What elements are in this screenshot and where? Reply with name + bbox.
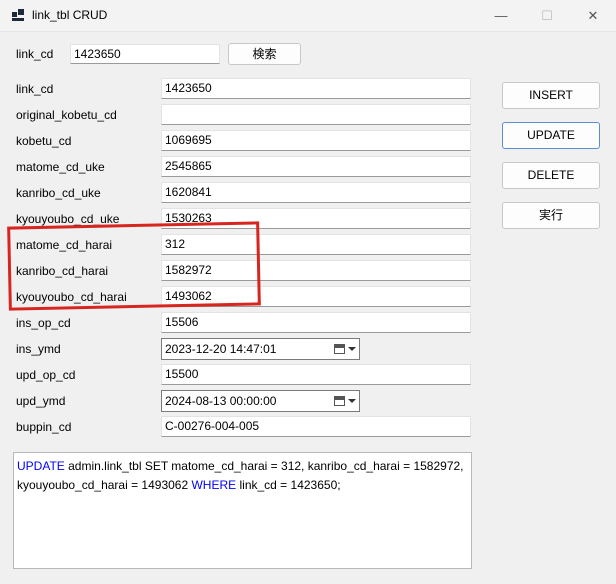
field-matome-cd-harai[interactable]: 312 bbox=[161, 234, 471, 255]
minimize-button[interactable]: — bbox=[478, 0, 524, 31]
field-label-upd-ymd: upd_ymd bbox=[16, 394, 66, 408]
field-label-kanribo-cd-uke: kanribo_cd_uke bbox=[16, 186, 101, 200]
calendar-icon[interactable] bbox=[334, 344, 345, 354]
field-label-matome-cd-harai: matome_cd_harai bbox=[16, 238, 113, 252]
field-kanribo-cd-uke[interactable]: 1620841 bbox=[161, 182, 471, 203]
app-icon bbox=[12, 9, 24, 21]
field-kyouyoubo-cd-uke[interactable]: 1530263 bbox=[161, 208, 471, 229]
upd-ymd-value: 2024-08-13 00:00:00 bbox=[165, 394, 277, 408]
field-label-matome-cd-uke: matome_cd_uke bbox=[16, 160, 105, 174]
insert-button[interactable]: INSERT bbox=[502, 82, 600, 109]
search-button[interactable]: 検索 bbox=[228, 43, 301, 65]
maximize-button[interactable]: ☐ bbox=[524, 0, 570, 31]
title-bar: link_tbl CRUD — ☐ ✕ bbox=[0, 0, 616, 32]
field-label-ins-ymd: ins_ymd bbox=[16, 342, 61, 356]
sql-keyword-update: UPDATE bbox=[17, 459, 65, 473]
field-matome-cd-uke[interactable]: 2545865 bbox=[161, 156, 471, 177]
field-link-cd[interactable]: 1423650 bbox=[161, 78, 471, 99]
close-button[interactable]: ✕ bbox=[570, 0, 616, 31]
field-label-kyouyoubo-cd-uke: kyouyoubo_cd_uke bbox=[16, 212, 120, 226]
execute-button[interactable]: 実行 bbox=[502, 202, 600, 229]
window-title: link_tbl CRUD bbox=[32, 8, 108, 22]
field-upd-op-cd[interactable]: 15500 bbox=[161, 364, 471, 385]
update-button[interactable]: UPDATE bbox=[502, 122, 600, 149]
field-label-kyouyoubo-cd-harai: kyouyoubo_cd_harai bbox=[16, 290, 127, 304]
field-label-kanribo-cd-harai: kanribo_cd_harai bbox=[16, 264, 109, 278]
ins-ymd-datepicker[interactable]: 2023-12-20 14:47:01 bbox=[161, 338, 360, 360]
field-kyouyoubo-cd-harai[interactable]: 1493062 bbox=[161, 286, 471, 307]
search-input[interactable]: 1423650 bbox=[70, 44, 220, 64]
sql-text-where-clause: link_cd = 1423650; bbox=[236, 478, 341, 492]
upd-ymd-datepicker[interactable]: 2024-08-13 00:00:00 bbox=[161, 390, 360, 412]
field-ins-op-cd[interactable]: 15506 bbox=[161, 312, 471, 333]
field-buppin-cd[interactable]: C-00276-004-005 bbox=[161, 416, 471, 437]
field-label-link-cd: link_cd bbox=[16, 82, 54, 96]
search-label: link_cd bbox=[16, 47, 54, 61]
ins-ymd-value: 2023-12-20 14:47:01 bbox=[165, 342, 277, 356]
chevron-down-icon[interactable] bbox=[348, 347, 356, 351]
chevron-down-icon[interactable] bbox=[348, 399, 356, 403]
field-kobetu-cd[interactable]: 1069695 bbox=[161, 130, 471, 151]
app-window: link_tbl CRUD — ☐ ✕ link_cd 1423650 検索 l… bbox=[0, 0, 616, 584]
field-label-buppin-cd: buppin_cd bbox=[16, 420, 72, 434]
field-label-upd-op-cd: upd_op_cd bbox=[16, 368, 76, 382]
field-label-original-kobetu-cd: original_kobetu_cd bbox=[16, 108, 117, 122]
sql-keyword-where: WHERE bbox=[191, 478, 237, 492]
delete-button[interactable]: DELETE bbox=[502, 162, 600, 189]
field-label-ins-op-cd: ins_op_cd bbox=[16, 316, 71, 330]
sql-preview-textarea[interactable]: UPDATE admin.link_tbl SET matome_cd_hara… bbox=[13, 452, 472, 569]
field-original-kobetu-cd[interactable] bbox=[161, 104, 471, 125]
calendar-icon[interactable] bbox=[334, 396, 345, 406]
field-kanribo-cd-harai[interactable]: 1582972 bbox=[161, 260, 471, 281]
field-label-kobetu-cd: kobetu_cd bbox=[16, 134, 72, 148]
